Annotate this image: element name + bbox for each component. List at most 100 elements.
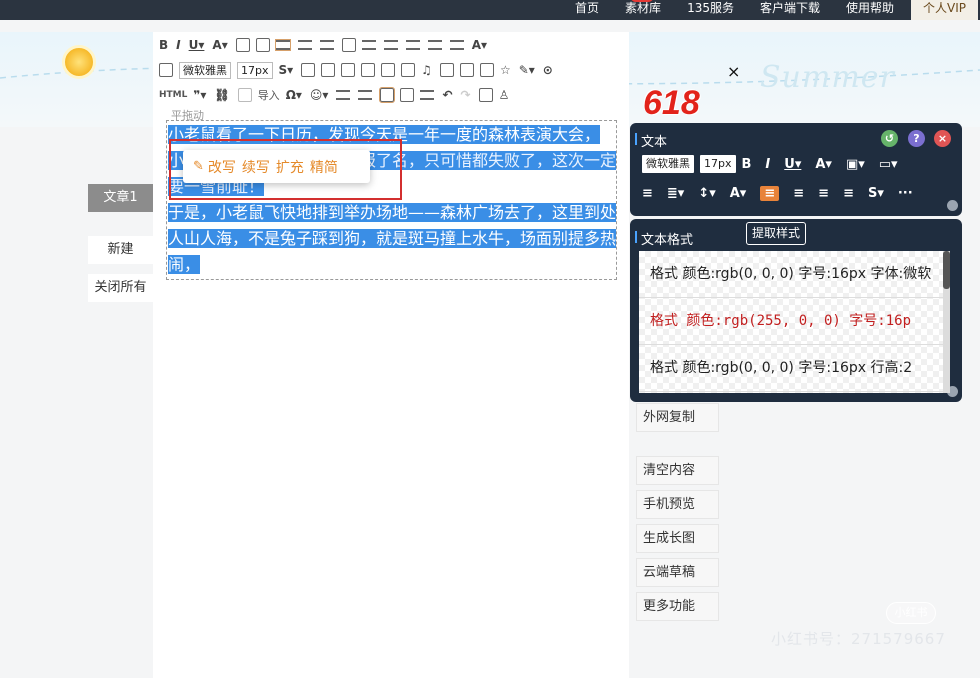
ordered-list-icon[interactable]: [358, 90, 373, 100]
border-icon[interactable]: [255, 38, 270, 52]
panel-font-color-icon[interactable]: A▾: [815, 157, 832, 172]
panel-line-height-icon[interactable]: ↕▾: [698, 186, 715, 201]
unlink-icon[interactable]: [237, 88, 252, 102]
panel-align-right-icon[interactable]: ≡: [818, 186, 829, 201]
panel-align-center-icon[interactable]: ≡: [793, 186, 804, 201]
line-height-icon[interactable]: [449, 40, 464, 50]
spacing-icon[interactable]: [405, 40, 420, 50]
image-icon[interactable]: [361, 63, 376, 77]
style-list-scrollbar[interactable]: [943, 251, 950, 393]
panel-more-icon[interactable]: ···: [898, 186, 913, 201]
close-icon[interactable]: ×: [934, 130, 951, 147]
font-color-icon[interactable]: A▾: [212, 38, 227, 52]
quote-icon[interactable]: ❞▾: [193, 88, 206, 102]
link-icon[interactable]: ⛓: [214, 88, 229, 102]
font-family-select[interactable]: 微软雅黑: [179, 61, 231, 79]
banner-close-icon[interactable]: ×: [727, 62, 740, 81]
nav-help[interactable]: 使用帮助: [833, 0, 907, 20]
strikethrough-icon[interactable]: S▾: [279, 63, 294, 77]
paragraph-spacing-icon[interactable]: [427, 40, 442, 50]
search-icon[interactable]: ⊙: [543, 63, 553, 77]
paragraph-2-text: 于是，小老鼠飞快地排到举办场地——森林广场去了，这里到处人山人海，不是兔子踩到狗…: [168, 203, 617, 274]
panel-border-icon[interactable]: ▭▾: [879, 157, 898, 172]
drag-hint: 平拖动: [171, 109, 204, 122]
more-features-button[interactable]: 更多功能: [636, 592, 719, 621]
emoji-icon[interactable]: ☺▾: [310, 88, 329, 102]
panel-letter-spacing-icon[interactable]: A▾: [730, 186, 747, 201]
nav-material[interactable]: 素材库: [612, 0, 674, 20]
panel-italic-icon[interactable]: I: [765, 157, 770, 172]
html-button[interactable]: HTML: [159, 90, 187, 100]
highlight-frame: [169, 139, 402, 200]
align-left-icon[interactable]: [274, 39, 291, 51]
scrollbar-thumb[interactable]: [943, 251, 950, 289]
indent-icon[interactable]: [341, 38, 356, 52]
special-char-icon[interactable]: Ω▾: [286, 88, 302, 102]
nav-home[interactable]: 首页: [562, 0, 612, 20]
ink-icon[interactable]: ♙: [499, 88, 510, 102]
italic-icon[interactable]: I: [176, 38, 180, 52]
panel-font-select[interactable]: 微软雅黑: [642, 155, 694, 173]
style-item[interactable]: 格式 颜色:rgb(255, 0, 0) 字号:16p: [639, 298, 943, 345]
panel-list-icon[interactable]: ≡: [642, 186, 653, 201]
extract-style-button[interactable]: 提取样式: [746, 222, 806, 245]
article-tab[interactable]: 文章1: [88, 184, 153, 212]
nav-135-service[interactable]: 135服务: [674, 0, 747, 20]
align-center-icon[interactable]: [297, 40, 312, 50]
template-icon[interactable]: [439, 63, 454, 77]
file-icon[interactable]: [159, 63, 173, 77]
redo-icon[interactable]: ↷: [461, 88, 471, 102]
underline-icon[interactable]: U▾: [189, 38, 205, 52]
table-icon[interactable]: [301, 63, 316, 77]
paragraph-2[interactable]: 于是，小老鼠飞快地排到举办场地——森林广场去了，这里到处人山人海，不是兔子踩到狗…: [168, 200, 617, 278]
cloud-draft-button[interactable]: 云端草稿: [636, 558, 719, 587]
summer-text: Summer: [760, 60, 895, 95]
background-color-icon[interactable]: [235, 38, 250, 52]
gallery-icon[interactable]: [381, 63, 396, 77]
music-icon[interactable]: ♫: [421, 63, 432, 77]
vip-button[interactable]: 个人VIP: [911, 0, 978, 20]
eraser-icon[interactable]: [479, 63, 494, 77]
help-icon[interactable]: ?: [908, 130, 925, 147]
format-brush-icon[interactable]: [459, 63, 474, 77]
magic-icon[interactable]: ✎▾: [519, 63, 535, 77]
bold-icon[interactable]: B: [159, 38, 168, 52]
text-panel-collapse-icon[interactable]: [947, 200, 958, 211]
layout-icon[interactable]: [321, 63, 336, 77]
document-icon[interactable]: [341, 63, 356, 77]
panel-align-left-icon[interactable]: ≡: [760, 185, 780, 201]
font-size-select[interactable]: 17px: [237, 61, 273, 79]
new-button[interactable]: 新建: [88, 236, 153, 264]
undo-icon[interactable]: ↶: [442, 88, 452, 102]
panel-strike-icon[interactable]: S▾: [868, 186, 884, 201]
align-right-icon[interactable]: [319, 40, 334, 50]
nav-client-download[interactable]: 客户端下载: [747, 0, 833, 20]
distribute-icon[interactable]: [383, 40, 398, 50]
letter-spacing-icon[interactable]: A▾: [472, 38, 487, 52]
justify-icon[interactable]: [361, 40, 376, 50]
external-copy-button[interactable]: 外网复制: [636, 403, 719, 432]
star-icon[interactable]: ☆: [500, 63, 511, 77]
float-right-icon[interactable]: [400, 88, 415, 102]
vertical-align-icon[interactable]: [420, 90, 435, 100]
promo-618[interactable]: 618: [643, 84, 700, 123]
paste-icon[interactable]: [478, 88, 493, 102]
list-icon[interactable]: [336, 90, 351, 100]
float-left-icon[interactable]: [379, 87, 396, 103]
mobile-preview-button[interactable]: 手机预览: [636, 490, 719, 519]
style-item[interactable]: 格式 颜色:rgb(0, 0, 0) 字号:16px 行高:2: [639, 345, 943, 392]
import-button[interactable]: 导入: [258, 87, 280, 103]
panel-indent-icon[interactable]: ≣▾: [667, 186, 684, 201]
style-item[interactable]: 格式 颜色:rgb(0, 0, 0) 字号:16px 字体:微软: [639, 251, 943, 298]
refresh-icon[interactable]: ↺: [881, 130, 898, 147]
panel-underline-icon[interactable]: U▾: [784, 157, 801, 172]
style-list: 格式 颜色:rgb(0, 0, 0) 字号:16px 字体:微软 格式 颜色:r…: [639, 251, 943, 393]
panel-bold-icon[interactable]: B: [742, 157, 752, 172]
panel-bg-color-icon[interactable]: ▣▾: [846, 157, 865, 172]
clear-content-button[interactable]: 清空内容: [636, 456, 719, 485]
generate-long-image-button[interactable]: 生成长图: [636, 524, 719, 553]
close-all-button[interactable]: 关闭所有: [88, 274, 153, 302]
video-icon[interactable]: [401, 63, 416, 77]
panel-justify-icon[interactable]: ≡: [843, 186, 854, 201]
panel-size-select[interactable]: 17px: [700, 155, 736, 173]
